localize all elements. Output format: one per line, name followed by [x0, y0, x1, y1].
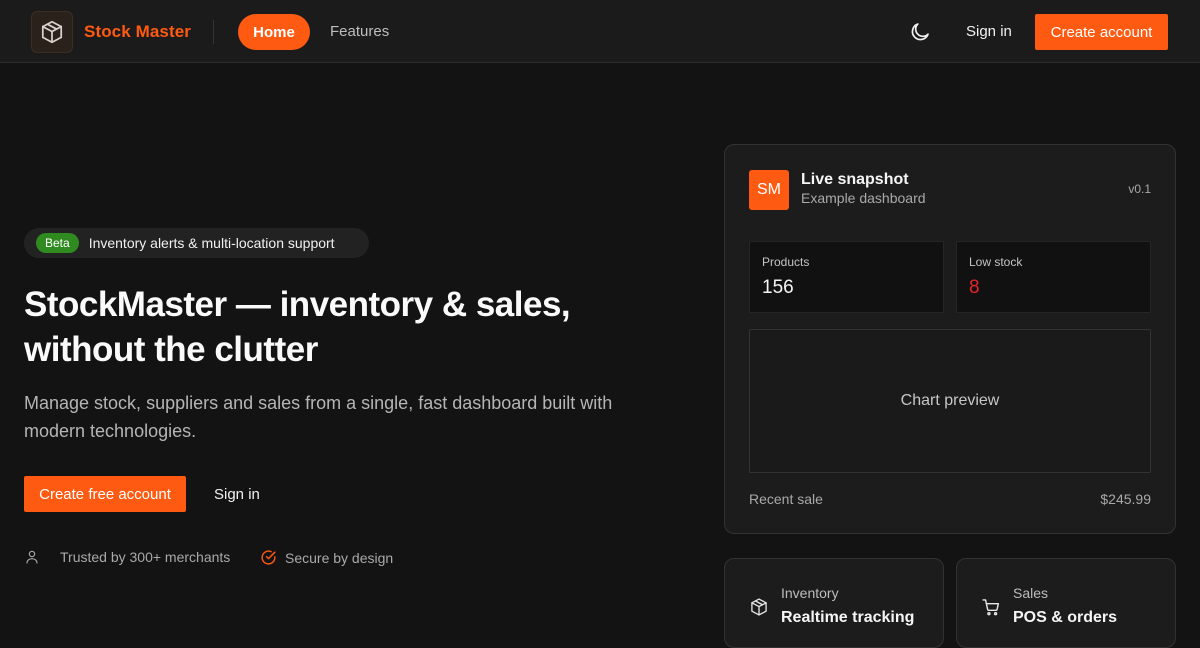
feature-title: Realtime tracking: [781, 609, 915, 626]
chart-preview: Chart preview: [749, 329, 1151, 473]
trust-merchants-text: Trusted by 300+ merchants: [60, 549, 231, 565]
sign-in-link[interactable]: Sign in: [966, 23, 1012, 41]
cart-icon: [982, 599, 1000, 616]
version-label: v0.1: [1128, 182, 1151, 196]
package-icon: [41, 20, 63, 44]
trust-secure-text: Secure by design: [285, 549, 394, 566]
header-divider: [213, 20, 214, 44]
stat-products: Products 156: [749, 241, 944, 313]
recent-sale-value: $245.99: [1100, 491, 1151, 507]
check-circle-icon: [261, 550, 276, 565]
feature-label: Inventory: [781, 585, 839, 601]
stat-value: 156: [762, 277, 794, 298]
trust-secure: Secure by design: [260, 549, 393, 566]
logo[interactable]: [31, 11, 73, 53]
stat-label: Low stock: [969, 255, 1023, 269]
announcement-pill: Beta Inventory alerts & multi-location s…: [24, 228, 369, 258]
hero-title: StockMaster — inventory & sales, without…: [24, 285, 571, 369]
create-account-button[interactable]: Create account: [1035, 14, 1168, 50]
package-icon: [751, 598, 767, 616]
feature-title: POS & orders: [1013, 609, 1118, 626]
user-icon: [26, 550, 38, 564]
live-snapshot-card: SM Live snapshot Example dashboard v0.1 …: [724, 144, 1176, 534]
beta-badge: Beta: [36, 233, 79, 253]
nav-home-button[interactable]: Home: [238, 14, 310, 50]
feature-card-sales: Sales POS & orders: [956, 558, 1176, 648]
trust-merchants: Trusted by 300+ merchants: [24, 549, 230, 565]
create-free-account-button[interactable]: Create free account: [24, 476, 186, 512]
feature-card-inventory: Inventory Realtime tracking: [724, 558, 944, 648]
moon-icon: [911, 23, 929, 41]
announcement-text: Inventory alerts & multi-location suppor…: [88, 235, 335, 251]
chart-preview-label: Chart preview: [900, 392, 1000, 409]
stat-low-stock: Low stock 8: [956, 241, 1151, 313]
theme-toggle-button[interactable]: [908, 20, 932, 44]
avatar: SM: [749, 170, 789, 210]
top-navbar: Stock Master Home Features Sign in Creat…: [0, 0, 1200, 63]
stat-label: Products: [762, 255, 810, 269]
nav-features-link[interactable]: Features: [330, 23, 389, 41]
hero-sign-in-link[interactable]: Sign in: [214, 486, 260, 504]
snapshot-title: Live snapshot: [801, 171, 909, 188]
brand-name[interactable]: Stock Master: [84, 22, 191, 42]
hero-subtitle: Manage stock, suppliers and sales from a…: [24, 393, 613, 441]
snapshot-subtitle: Example dashboard: [801, 190, 926, 206]
feature-label: Sales: [1013, 585, 1049, 601]
recent-sale-label: Recent sale: [749, 491, 823, 507]
stat-value: 8: [969, 277, 980, 298]
